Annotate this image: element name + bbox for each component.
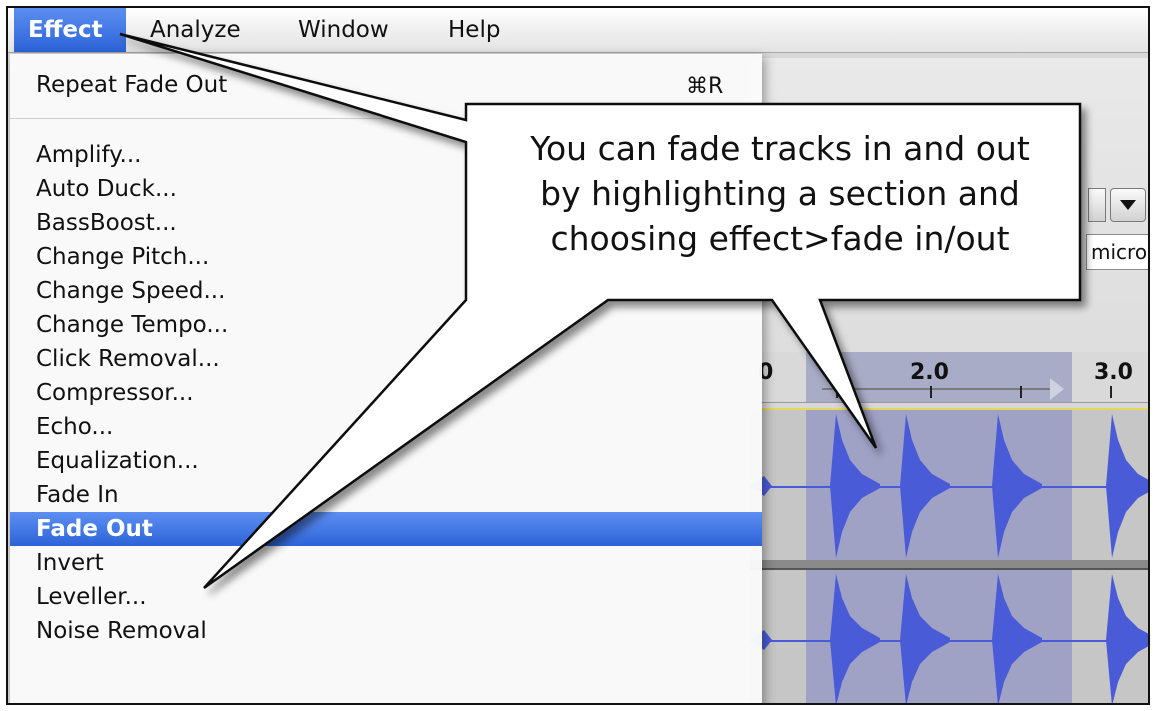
callout-line: choosing effect>fade in/out [550, 219, 1010, 258]
callout-bubble [119, 32, 1082, 590]
callout-line: by highlighting a section and [540, 174, 1020, 213]
callout-line: You can fade tracks in and out [530, 129, 1030, 168]
callout-text: You can fade tracks in and out by highli… [476, 126, 1084, 261]
callout-shape [119, 32, 1082, 590]
screenshot-frame: micro 0 2.0 3.0 Effect Analyze Window He… [6, 6, 1150, 705]
